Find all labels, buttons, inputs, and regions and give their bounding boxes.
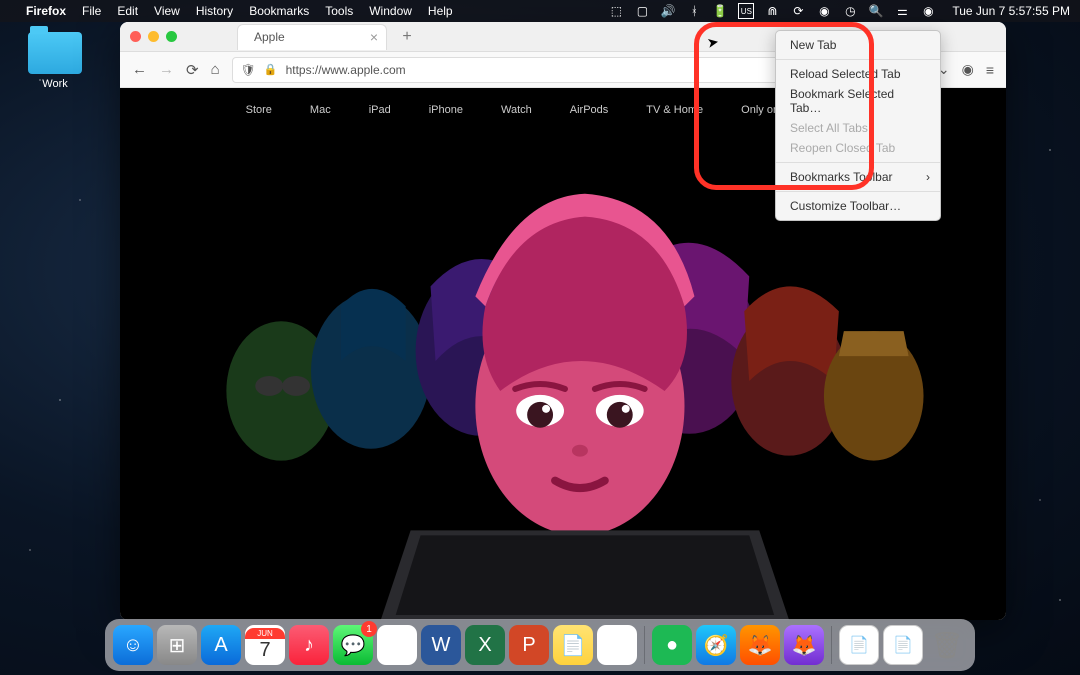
shield-icon[interactable]: 🛡	[241, 63, 256, 77]
lock-icon[interactable]: 🔒	[264, 63, 278, 76]
dock-slack[interactable]: #	[597, 625, 637, 665]
forward-button[interactable]: →	[159, 61, 174, 78]
menu-file[interactable]: File	[82, 4, 101, 18]
ctx-select-all-tabs: Select All Tabs	[776, 118, 940, 138]
ctx-separator	[776, 191, 940, 192]
dock-notes[interactable]: 📄	[553, 625, 593, 665]
app-name[interactable]: Firefox	[26, 4, 66, 18]
dock-divider	[831, 626, 832, 664]
dock-firefox-nightly[interactable]: 🦊	[784, 625, 824, 665]
dock-appstore[interactable]: A	[201, 625, 241, 665]
desktop-folder-work[interactable]: Work	[20, 32, 90, 90]
nav-airpods[interactable]: AirPods	[570, 104, 609, 116]
url-text: https://www.apple.com	[286, 63, 406, 77]
ctx-separator	[776, 59, 940, 60]
tab-context-menu: New Tab Reload Selected Tab Bookmark Sel…	[775, 30, 941, 221]
input-source-icon[interactable]: US	[738, 3, 754, 19]
nav-mac[interactable]: Mac	[310, 104, 331, 116]
clock-icon[interactable]: ◷	[842, 3, 858, 19]
wifi-icon[interactable]: ⋒	[764, 3, 780, 19]
nav-tvhome[interactable]: TV & Home	[646, 104, 703, 116]
menu-view[interactable]: View	[154, 4, 180, 18]
cal-day: 7	[259, 639, 270, 662]
dock-divider	[644, 626, 645, 664]
sync-icon[interactable]: ⟳	[790, 3, 806, 19]
tab-apple[interactable]: Apple ×	[237, 24, 387, 50]
dropbox-icon[interactable]: ⬚	[608, 3, 624, 19]
folder-label: Work	[20, 78, 90, 90]
folder-icon	[28, 32, 82, 74]
ctx-reload-tab[interactable]: Reload Selected Tab	[776, 64, 940, 84]
close-window-button[interactable]	[130, 31, 141, 42]
search-icon[interactable]: 🔍	[868, 3, 884, 19]
dock-powerpoint[interactable]: P	[509, 625, 549, 665]
macos-menubar: Firefox File Edit View History Bookmarks…	[0, 0, 1080, 22]
menu-history[interactable]: History	[196, 4, 233, 18]
nav-watch[interactable]: Watch	[501, 104, 532, 116]
ctx-reopen-closed: Reopen Closed Tab	[776, 138, 940, 158]
dock-excel[interactable]: X	[465, 625, 505, 665]
battery-icon[interactable]: 🔋	[712, 3, 728, 19]
menu-tools[interactable]: Tools	[325, 4, 353, 18]
ctx-bm-label: Bookmarks Toolbar	[790, 170, 893, 184]
window-controls	[130, 31, 177, 42]
ctx-new-tab[interactable]: New Tab	[776, 35, 940, 55]
ctx-customize-toolbar[interactable]: Customize Toolbar…	[776, 196, 940, 216]
dock-firefox[interactable]: 🦊	[740, 625, 780, 665]
bluetooth-icon[interactable]: ᚼ	[686, 3, 702, 19]
account-button[interactable]: ◉	[962, 61, 974, 78]
dock-launchpad[interactable]: ⊞	[157, 625, 197, 665]
volume-icon[interactable]: 🔊	[660, 3, 676, 19]
menu-bookmarks[interactable]: Bookmarks	[249, 4, 309, 18]
menu-window[interactable]: Window	[369, 4, 412, 18]
dock-calendar[interactable]: JUN7	[245, 625, 285, 665]
ctx-bookmark-tab[interactable]: Bookmark Selected Tab…	[776, 84, 940, 118]
dock-word[interactable]: W	[421, 625, 461, 665]
back-button[interactable]: ←	[132, 61, 147, 78]
ctx-separator	[776, 162, 940, 163]
dock-file-2[interactable]: 📄	[883, 625, 923, 665]
menubar-clock[interactable]: Tue Jun 7 5:57:55 PM	[952, 4, 1070, 18]
msg-badge: 1	[361, 621, 377, 637]
dock-chrome[interactable]: ◉	[377, 625, 417, 665]
tab-title: Apple	[254, 30, 285, 44]
nav-ipad[interactable]: iPad	[369, 104, 391, 116]
minimize-window-button[interactable]	[148, 31, 159, 42]
app-menu-button[interactable]: ≡	[986, 62, 994, 78]
menu-edit[interactable]: Edit	[117, 4, 138, 18]
nav-iphone[interactable]: iPhone	[429, 104, 463, 116]
menu-help[interactable]: Help	[428, 4, 453, 18]
dock-finder[interactable]: ☺	[113, 625, 153, 665]
ctx-bookmarks-toolbar[interactable]: Bookmarks Toolbar ›	[776, 167, 940, 187]
dock-safari[interactable]: 🧭	[696, 625, 736, 665]
home-button[interactable]: ⌂	[211, 61, 220, 78]
user-icon[interactable]: ◉	[816, 3, 832, 19]
display-icon[interactable]: ▢	[634, 3, 650, 19]
nav-store[interactable]: Store	[246, 104, 272, 116]
reload-button[interactable]: ⟳	[186, 61, 199, 79]
siri-icon[interactable]: ◉	[920, 3, 936, 19]
dock-messages[interactable]: 💬1	[333, 625, 373, 665]
chevron-right-icon: ›	[926, 170, 930, 184]
dock-music[interactable]: ♪	[289, 625, 329, 665]
dock-trash[interactable]: 🗑	[927, 625, 967, 665]
macos-dock: ☺ ⊞ A JUN7 ♪ 💬1 ◉ W X P 📄 # ● 🧭 🦊 🦊 📄 📄 …	[105, 619, 975, 671]
maximize-window-button[interactable]	[166, 31, 177, 42]
dock-spotify[interactable]: ●	[652, 625, 692, 665]
new-tab-button[interactable]: +	[397, 28, 417, 46]
close-tab-button[interactable]: ×	[370, 29, 378, 45]
cal-month: JUN	[245, 628, 285, 639]
control-center-icon[interactable]: ⚌	[894, 3, 910, 19]
dock-file-1[interactable]: 📄	[839, 625, 879, 665]
